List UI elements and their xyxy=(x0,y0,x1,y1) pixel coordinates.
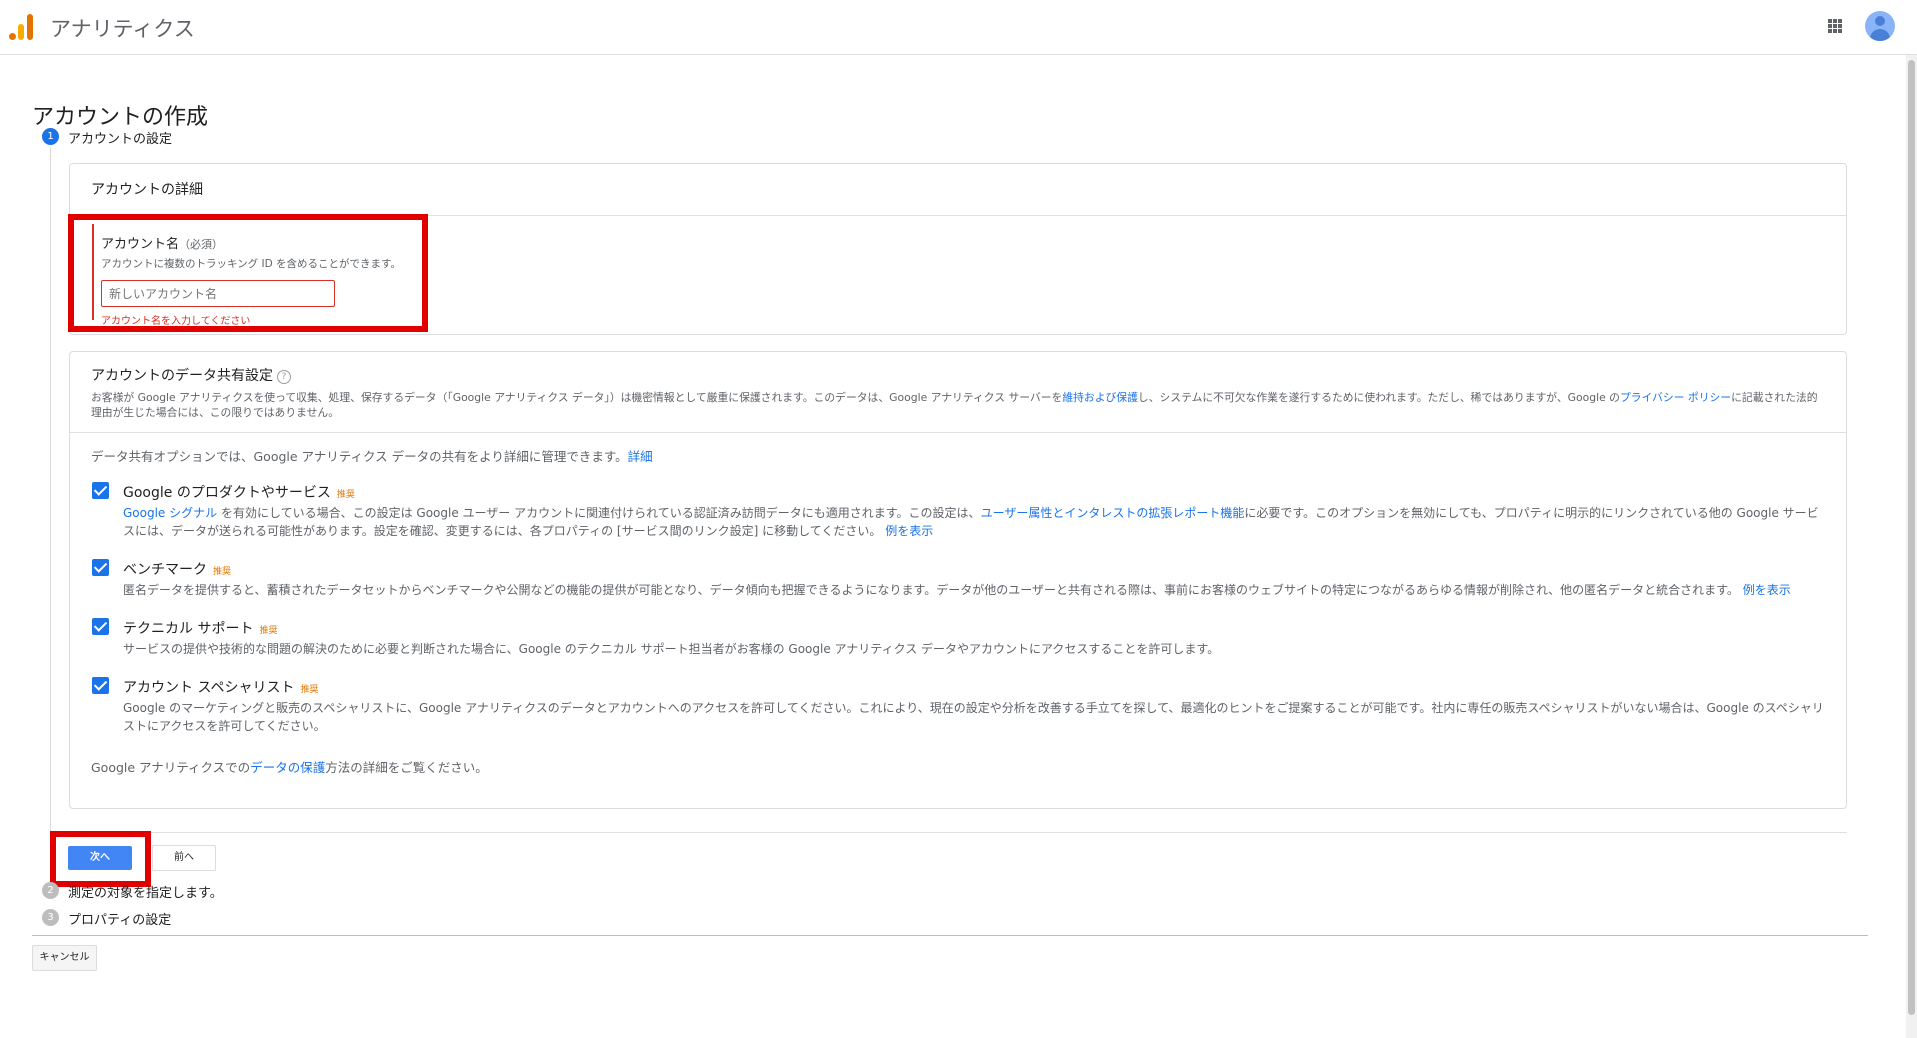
option-title: テクニカル サポート 推奨 xyxy=(123,618,1825,638)
account-details-heading: アカウントの詳細 xyxy=(70,164,1846,216)
apps-grid-icon[interactable] xyxy=(1828,19,1842,33)
sharing-intro: データ共有オプションでは、Google アナリティクス データの共有をより詳細に… xyxy=(91,446,1825,465)
step-1-indicator: 1 xyxy=(42,128,59,145)
option-title-text: Google のプロダクトやサービス xyxy=(123,485,331,501)
data-sharing-title-text: アカウントのデータ共有設定 xyxy=(91,368,273,384)
desc-text-2: し、システムに不可欠な作業を遂行するために使われます。ただし、稀ではありますが、… xyxy=(1137,391,1620,404)
highlight-account-name xyxy=(68,214,428,332)
checkbox-google-products[interactable] xyxy=(92,482,109,499)
option-benchmark: ベンチマーク 推奨 匿名データを提供すると、蓄積されたデータセットからベンチマーク… xyxy=(91,559,1825,599)
demographics-report-link[interactable]: ユーザー属性とインタレストの拡張レポート機能 xyxy=(981,506,1245,520)
option-account-specialist: アカウント スペシャリスト 推奨 Google のマーケティングと販売のスペシャリ… xyxy=(91,677,1825,735)
stepper-line xyxy=(50,147,51,880)
details-link[interactable]: 詳細 xyxy=(628,449,653,464)
highlight-next-button xyxy=(50,831,151,887)
google-signals-link[interactable]: Google シグナル xyxy=(123,506,217,520)
data-sharing-description: お客様が Google アナリティクスを使って収集、処理、保存するデータ（「Go… xyxy=(91,390,1825,420)
option-title-text: アカウント スペシャリスト xyxy=(123,680,295,696)
desc-text-1: お客様が Google アナリティクスを使って収集、処理、保存するデータ（「Go… xyxy=(91,391,1063,404)
step-3-label[interactable]: プロパティの設定 xyxy=(68,909,171,928)
option-title-text: ベンチマーク xyxy=(123,562,207,578)
data-protection-link[interactable]: データの保護 xyxy=(250,760,325,775)
option-title: Google のプロダクトやサービス 推奨 xyxy=(123,482,1825,502)
option-desc-text: を有効にしている場合、この設定は Google ユーザー アカウントに関連付けら… xyxy=(217,506,981,520)
option-technical-support: テクニカル サポート 推奨 サービスの提供や技術的な問題の解決のために必要と判断さ… xyxy=(91,618,1825,658)
data-sharing-header: アカウントのデータ共有設定? お客様が Google アナリティクスを使って収集… xyxy=(70,352,1846,433)
cancel-button[interactable]: キャンセル xyxy=(32,945,97,971)
checkbox-benchmark[interactable] xyxy=(92,559,109,576)
checkbox-account-specialist[interactable] xyxy=(92,677,109,694)
show-example-link[interactable]: 例を表示 xyxy=(885,524,933,538)
option-desc-text: 匿名データを提供すると、蓄積されたデータセットからベンチマークや公開などの機能の… xyxy=(123,583,1739,597)
app-bar: アナリティクス xyxy=(0,0,1917,55)
footer-text-2: 方法の詳細をご覧ください。 xyxy=(325,760,488,775)
step-3-indicator: 3 xyxy=(42,909,59,926)
option-title: アカウント スペシャリスト 推奨 xyxy=(123,677,1825,697)
option-description: Google のマーケティングと販売のスペシャリストに、Google アナリティ… xyxy=(123,701,1824,733)
option-title-text: テクニカル サポート xyxy=(123,621,254,637)
step-2-label[interactable]: 測定の対象を指定します。 xyxy=(68,882,223,901)
help-icon[interactable]: ? xyxy=(277,370,291,384)
sharing-intro-text: データ共有オプションでは、Google アナリティクス データの共有をより詳細に… xyxy=(91,449,628,464)
option-description: 匿名データを提供すると、蓄積されたデータセットからベンチマークや公開などの機能の… xyxy=(123,581,1825,599)
option-google-products: Google のプロダクトやサービス 推奨 Google シグナル を有効にしてい… xyxy=(91,482,1825,540)
recommended-badge: 推奨 xyxy=(336,490,355,500)
app-title: アナリティクス xyxy=(50,17,195,41)
recommended-badge: 推奨 xyxy=(259,626,278,636)
account-avatar-icon[interactable] xyxy=(1865,11,1895,41)
show-example-link[interactable]: 例を表示 xyxy=(1743,583,1791,597)
maintain-protect-link[interactable]: 維持および保護 xyxy=(1062,391,1138,404)
option-description: Google シグナル を有効にしている場合、この設定は Google ユーザー… xyxy=(123,504,1825,540)
recommended-badge: 推奨 xyxy=(300,685,319,695)
privacy-policy-link[interactable]: プライバシー ポリシー xyxy=(1620,391,1731,404)
page-title: アカウントの作成 xyxy=(32,104,209,130)
step-divider xyxy=(69,832,1847,833)
recommended-badge: 推奨 xyxy=(213,567,232,577)
step-2-indicator: 2 xyxy=(42,882,59,899)
option-title: ベンチマーク 推奨 xyxy=(123,559,1825,579)
scrollbar-thumb[interactable] xyxy=(1908,60,1915,1015)
checkbox-technical-support[interactable] xyxy=(92,618,109,635)
data-protection-note: Google アナリティクスでのデータの保護方法の詳細をご覧ください。 xyxy=(91,757,1825,776)
data-sharing-card: アカウントのデータ共有設定? お客様が Google アナリティクスを使って収集… xyxy=(69,351,1847,809)
analytics-logo-icon[interactable] xyxy=(9,14,35,40)
footer-text-1: Google アナリティクスでの xyxy=(91,760,251,775)
previous-button[interactable]: 前へ xyxy=(152,845,216,871)
option-description: サービスの提供や技術的な問題の解決のために必要と判断された場合に、Google … xyxy=(123,642,1220,656)
bottom-divider xyxy=(32,935,1868,936)
step-1-label: アカウントの設定 xyxy=(68,132,173,147)
data-sharing-title: アカウントのデータ共有設定? xyxy=(91,365,1825,385)
data-sharing-options: データ共有オプションでは、Google アナリティクス データの共有をより詳細に… xyxy=(70,433,1846,776)
